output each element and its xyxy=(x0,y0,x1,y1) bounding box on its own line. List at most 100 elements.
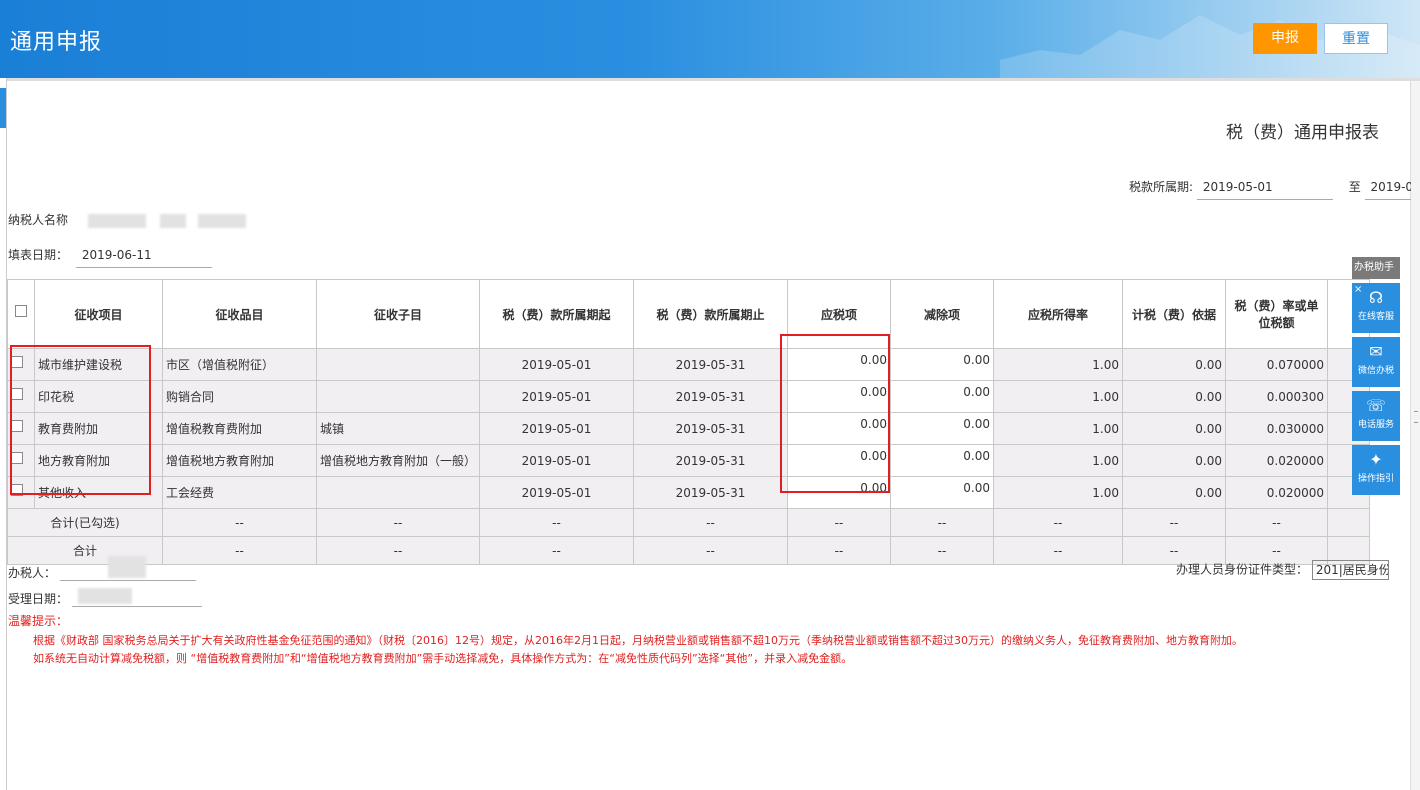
agent-name-masked xyxy=(107,556,146,578)
period-end-field[interactable]: 2019-0 xyxy=(1364,180,1411,200)
dash-cell: -- xyxy=(1225,508,1329,537)
left-expand-tab[interactable] xyxy=(0,88,6,128)
fill-date-field[interactable]: 2019-06-11 xyxy=(75,248,212,268)
cell-start: 2019-05-01 xyxy=(479,380,635,413)
dash-cell: -- xyxy=(315,508,481,537)
col-header: 税（费）款所属期起 xyxy=(479,279,635,349)
table-row: 印花税 购销合同 2019-05-01 2019-05-31 0.00 0.00… xyxy=(7,380,1371,413)
cell-basis: 0.00 xyxy=(1122,348,1227,381)
total-row: 合计 -- -- -- -- -- -- -- -- -- xyxy=(7,536,1371,565)
highlight-box-taxable xyxy=(780,334,890,493)
cell-basis: 0.00 xyxy=(1122,412,1227,445)
table-row: 地方教育附加 增值税地方教育附加 增值税地方教育附加（一般） 2019-05-0… xyxy=(7,444,1371,477)
col-header: 计税（费）依据 xyxy=(1122,279,1227,349)
cell-sub: 增值税地方教育附加（一般） xyxy=(315,444,481,477)
cell-end: 2019-05-31 xyxy=(633,444,789,477)
period-to-label: 至 xyxy=(1348,180,1361,194)
cell-tax-rate: 0.070000 xyxy=(1225,348,1329,381)
cell-end: 2019-05-31 xyxy=(633,348,789,381)
helper-item-label: 电话服务 xyxy=(1357,420,1394,430)
header-divider xyxy=(6,78,1420,81)
phone-icon: ☏ xyxy=(1365,396,1386,415)
select-all-header[interactable] xyxy=(7,279,35,349)
agent-input[interactable] xyxy=(59,556,196,581)
helper-item-label: 在线客服 xyxy=(1357,312,1394,322)
cell-sub xyxy=(315,348,481,381)
tax-period: 税款所属期: 2019-05-01 至 2019-0 xyxy=(1129,178,1411,200)
cell-category: 购销合同 xyxy=(162,380,317,413)
scrollbar-grip-icon[interactable] xyxy=(1414,411,1418,423)
helper-header: 办税助手 × xyxy=(1352,257,1400,295)
id-type-select[interactable]: 201|居民身份证 xyxy=(1311,560,1389,580)
cell-rate: 1.00 xyxy=(993,348,1124,381)
form-title: 税（费）通用申报表 xyxy=(1226,123,1379,143)
deduct-input[interactable]: 0.00 xyxy=(890,444,995,477)
guide-button[interactable]: ✦ 操作指引 xyxy=(1352,445,1400,495)
cell-basis: 0.00 xyxy=(1122,380,1227,413)
wechat-tax-button[interactable]: ✉ 微信办税 xyxy=(1352,337,1400,387)
cell-sub xyxy=(315,476,481,509)
fill-date: 填表日期： 2019-06-11 xyxy=(8,246,212,268)
cell-basis: 0.00 xyxy=(1122,444,1227,477)
highlight-box-items xyxy=(10,345,151,495)
taxpayer-label: 纳税人名称 xyxy=(8,213,69,227)
submit-button[interactable]: 申报 xyxy=(1253,23,1317,54)
cell-category: 工会经费 xyxy=(162,476,317,509)
dash-cell: -- xyxy=(1122,508,1227,537)
accept-date-masked xyxy=(77,588,132,604)
helper-item-label: 微信办税 xyxy=(1357,366,1394,376)
cell-tax-rate: 0.030000 xyxy=(1225,412,1329,445)
dash-cell: -- xyxy=(162,508,317,537)
header-bar: 通用申报 申报 重置 xyxy=(0,0,1420,78)
accept-date-input[interactable] xyxy=(71,588,202,607)
close-icon[interactable]: × xyxy=(1354,284,1362,295)
cell-tax-rate: 0.020000 xyxy=(1225,476,1329,509)
cell-rate: 1.00 xyxy=(993,412,1124,445)
left-rail xyxy=(0,78,7,790)
dash-cell: -- xyxy=(787,508,892,537)
dash-cell: -- xyxy=(890,536,995,565)
deduct-input[interactable]: 0.00 xyxy=(890,380,995,413)
tip-body: 根据《财政部 国家税务总局关于扩大有关政府性基金免征范围的通知》（财税〔2016… xyxy=(33,632,1403,668)
col-header: 应税所得率 xyxy=(993,279,1124,349)
period-start-field[interactable]: 2019-05-01 xyxy=(1196,180,1333,200)
taxpayer-name: 纳税人名称 xyxy=(8,211,246,228)
subtotal-label: 合计(已勾选) xyxy=(7,508,163,537)
dash-cell: -- xyxy=(787,536,892,565)
helper-title: 办税助手 xyxy=(1354,262,1394,273)
dash-cell: -- xyxy=(162,536,317,565)
cell-rate: 1.00 xyxy=(993,380,1124,413)
cell-extra xyxy=(1327,508,1371,537)
dash-cell: -- xyxy=(993,508,1124,537)
taxpayer-name-masked xyxy=(159,213,186,228)
dash-cell: -- xyxy=(315,536,481,565)
col-header: 征收项目 xyxy=(34,279,163,349)
dash-cell: -- xyxy=(479,536,635,565)
id-type-field: 办理人员身份证件类型： 201|居民身份证 xyxy=(1176,560,1389,580)
cell-tax-rate: 0.000300 xyxy=(1225,380,1329,413)
deduct-input[interactable]: 0.00 xyxy=(890,412,995,445)
select-all-checkbox[interactable] xyxy=(15,305,27,317)
wechat-icon: ✉ xyxy=(1369,342,1383,361)
page-title: 通用申报 xyxy=(10,30,103,55)
cell-rate: 1.00 xyxy=(993,476,1124,509)
agent-label: 办税人： xyxy=(8,566,57,580)
phone-service-button[interactable]: ☏ 电话服务 xyxy=(1352,391,1400,441)
cell-end: 2019-05-31 xyxy=(633,380,789,413)
tip-line: 根据《财政部 国家税务总局关于扩大有关政府性基金免征范围的通知》（财税〔2016… xyxy=(33,634,1243,647)
col-header: 税（费）率或单位税额 xyxy=(1225,279,1329,349)
tip-title: 温馨提示： xyxy=(8,614,69,628)
taxpayer-name-masked xyxy=(197,213,246,228)
cell-sub xyxy=(315,380,481,413)
agent-field: 办税人： xyxy=(8,556,196,581)
table-row: 其他收入 工会经费 2019-05-01 2019-05-31 0.00 0.0… xyxy=(7,476,1371,509)
tip-line: 如系统无自动计算减免税额，则 “增值税教育费附加”和“增值税地方教育费附加”需手… xyxy=(33,652,853,665)
deduct-input[interactable]: 0.00 xyxy=(890,348,995,381)
fill-date-label: 填表日期： xyxy=(8,248,69,262)
deduct-input[interactable]: 0.00 xyxy=(890,476,995,509)
reset-button[interactable]: 重置 xyxy=(1324,23,1388,54)
scrollbar[interactable] xyxy=(1410,81,1420,790)
cell-end: 2019-05-31 xyxy=(633,476,789,509)
col-header: 征收品目 xyxy=(162,279,317,349)
cell-tax-rate: 0.020000 xyxy=(1225,444,1329,477)
